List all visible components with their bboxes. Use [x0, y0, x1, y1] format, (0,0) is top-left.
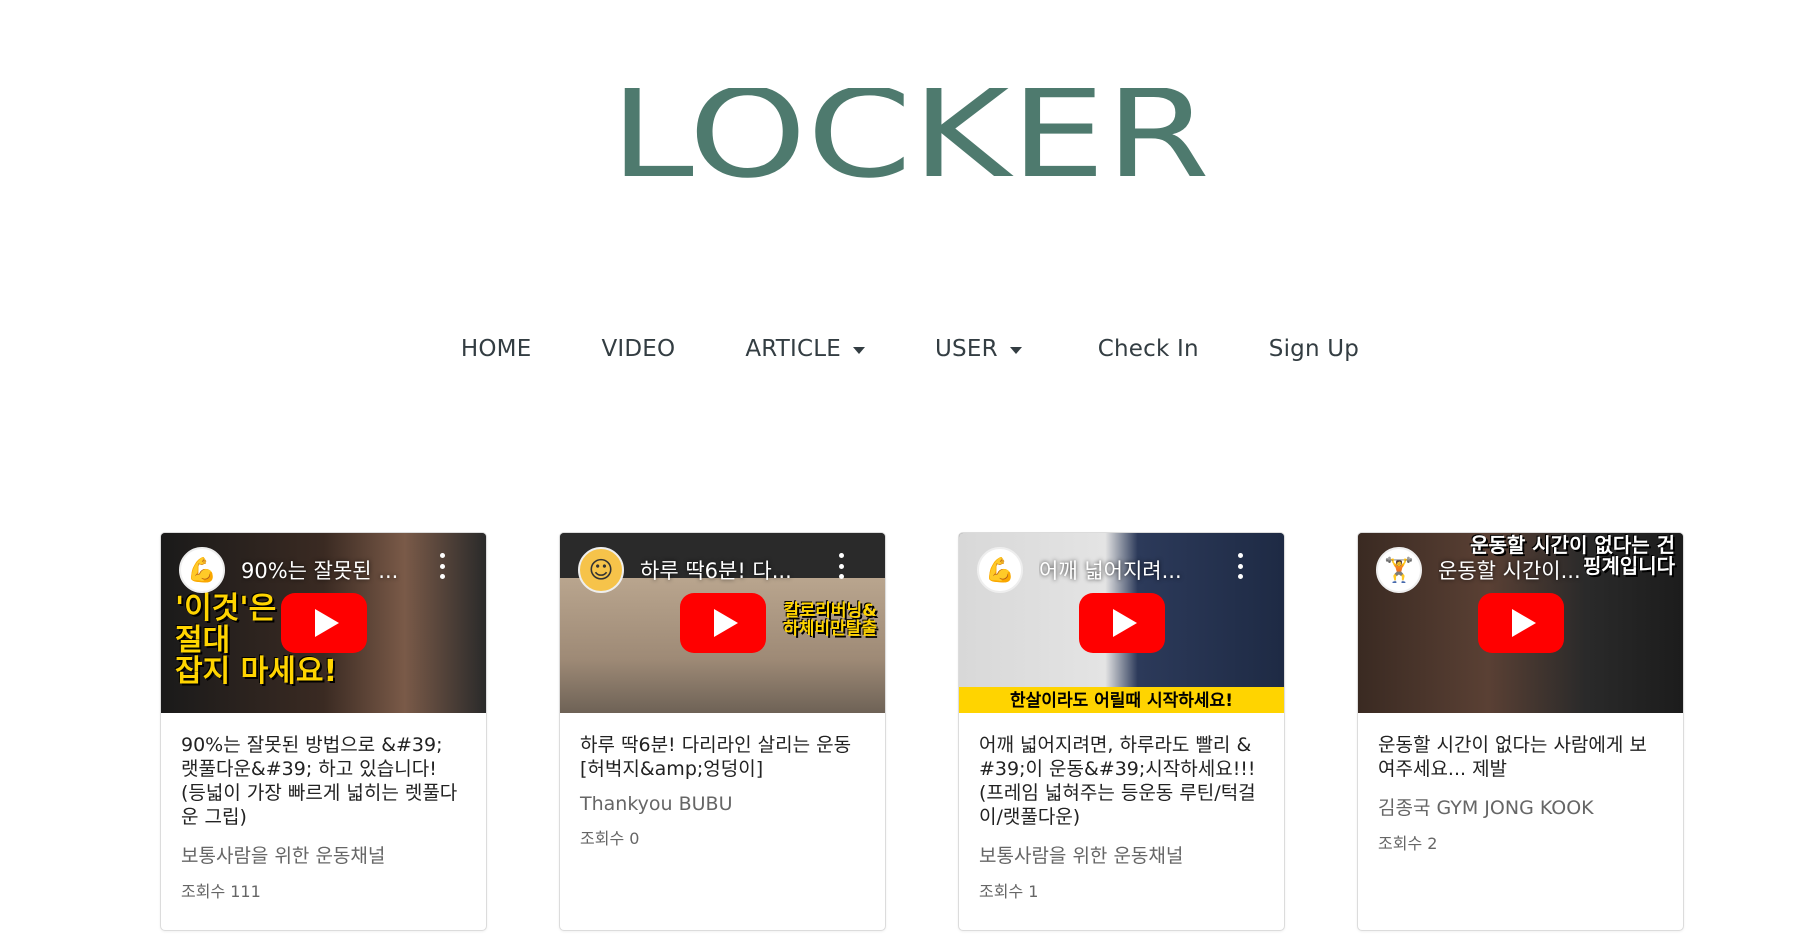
- nav-check-in-link[interactable]: Check In: [1098, 328, 1199, 370]
- locker-logo-svg: LOCKER: [610, 88, 1210, 188]
- play-button-icon[interactable]: [679, 593, 766, 653]
- channel-avatar-icon: 💪: [977, 547, 1023, 593]
- more-options-icon[interactable]: [837, 553, 845, 579]
- video-card-body: 어깨 넓어지려면, 하루라도 빨리 &#39;이 운동&#39;시작하세요!!!…: [959, 713, 1284, 902]
- video-overlay-title: 하루 딱6분! 다...: [640, 559, 792, 583]
- video-views: 조회수 2: [1378, 834, 1438, 853]
- channel-avatar-icon: 💪: [179, 547, 225, 593]
- video-channel: 보통사람을 위한 운동채널: [181, 845, 386, 867]
- video-title[interactable]: 90%는 잘못된 방법으로 &#39; 랫풀다운&#39; 하고 있습니다! (…: [181, 733, 466, 829]
- video-card[interactable]: '이것'은 절대 잡지 마세요! 💪 90%는 잘못된 ... 90%는 잘못된…: [160, 532, 487, 931]
- video-overlay-title: 90%는 잘못된 ...: [241, 559, 399, 583]
- video-channel: 보통사람을 위한 운동채널: [979, 845, 1184, 867]
- video-card-body: 운동할 시간이 없다는 사람에게 보여주세요... 제발 김종국 GYM JON…: [1358, 713, 1683, 854]
- play-button-icon[interactable]: [280, 593, 367, 653]
- video-channel: Thankyou BUBU: [580, 793, 733, 815]
- video-card-body: 하루 딱6분! 다리라인 살리는 운동 [허벅지&amp;엉덩이] Thanky…: [560, 713, 885, 849]
- video-overlay-title: 어깨 넓어지려...: [1039, 559, 1182, 583]
- video-thumbnail[interactable]: 운동할 시간이 없다는 건 핑계입니다 🏋 운동할 시간이...: [1358, 533, 1683, 713]
- video-overlay-title: 운동할 시간이...: [1438, 559, 1581, 583]
- caret-down-icon: [853, 346, 866, 354]
- channel-avatar-icon: ☺: [578, 547, 624, 593]
- nav-home-link[interactable]: HOME: [461, 328, 532, 370]
- nav-video-link[interactable]: VIDEO: [601, 328, 675, 370]
- video-card[interactable]: 한살이라도 어릴때 시작하세요! 💪 어깨 넓어지려... 어깨 넓어지려면, …: [958, 532, 1285, 931]
- more-options-icon[interactable]: [1236, 553, 1244, 579]
- nav-check-in-label: Check In: [1097, 336, 1199, 362]
- thumbnail-caption: 한살이라도 어릴때 시작하세요!: [1010, 691, 1233, 712]
- video-card[interactable]: 운동할 시간이 없다는 건 핑계입니다 🏋 운동할 시간이... 운동할 시간이…: [1357, 532, 1684, 931]
- nav-home-label: HOME: [460, 336, 532, 362]
- more-options-icon[interactable]: [438, 553, 446, 579]
- video-card[interactable]: 칼로리버닝& 하체비만탈출 ☺ 하루 딱6분! 다... 하루 딱6분! 다리라…: [559, 532, 886, 931]
- video-title[interactable]: 어깨 넓어지려면, 하루라도 빨리 &#39;이 운동&#39;시작하세요!!!…: [979, 733, 1264, 829]
- nav-article-label: ARTICLE: [745, 336, 842, 362]
- nav-article-dropdown[interactable]: ARTICLE: [745, 328, 866, 370]
- video-channel: 김종국 GYM JONG KOOK: [1378, 797, 1594, 819]
- nav-user-dropdown[interactable]: USER: [935, 328, 1022, 370]
- page: LOCKER HOME VIDEO ARTICLE USER Check In …: [0, 0, 1820, 938]
- video-card-body: 90%는 잘못된 방법으로 &#39; 랫풀다운&#39; 하고 있습니다! (…: [161, 713, 486, 902]
- main-nav: HOME VIDEO ARTICLE USER Check In Sign Up: [0, 328, 1820, 370]
- nav-sign-up-link[interactable]: Sign Up: [1269, 328, 1359, 370]
- video-thumbnail[interactable]: '이것'은 절대 잡지 마세요! 💪 90%는 잘못된 ...: [161, 533, 486, 713]
- video-thumbnail[interactable]: 칼로리버닝& 하체비만탈출 ☺ 하루 딱6분! 다...: [560, 533, 885, 713]
- nav-sign-up-label: Sign Up: [1268, 336, 1360, 362]
- video-views: 조회수 0: [580, 829, 640, 848]
- play-button-icon[interactable]: [1477, 593, 1564, 653]
- brand-logo[interactable]: LOCKER: [0, 88, 1820, 188]
- video-views: 조회수 111: [181, 882, 261, 901]
- video-card-list: '이것'은 절대 잡지 마세요! 💪 90%는 잘못된 ... 90%는 잘못된…: [160, 532, 1684, 931]
- video-title[interactable]: 하루 딱6분! 다리라인 살리는 운동 [허벅지&amp;엉덩이]: [580, 733, 865, 781]
- logo-text: LOCKER: [610, 88, 1210, 188]
- video-views: 조회수 1: [979, 882, 1039, 901]
- nav-user-label: USER: [935, 336, 998, 362]
- nav-video-label: VIDEO: [601, 336, 676, 362]
- thumbnail-caption: 칼로리버닝& 하체비만탈출: [783, 601, 877, 639]
- caret-down-icon: [1009, 346, 1022, 354]
- channel-avatar-icon: 🏋: [1376, 547, 1422, 593]
- video-thumbnail[interactable]: 한살이라도 어릴때 시작하세요! 💪 어깨 넓어지려...: [959, 533, 1284, 713]
- play-button-icon[interactable]: [1078, 593, 1165, 653]
- video-title[interactable]: 운동할 시간이 없다는 사람에게 보여주세요... 제발: [1378, 733, 1663, 781]
